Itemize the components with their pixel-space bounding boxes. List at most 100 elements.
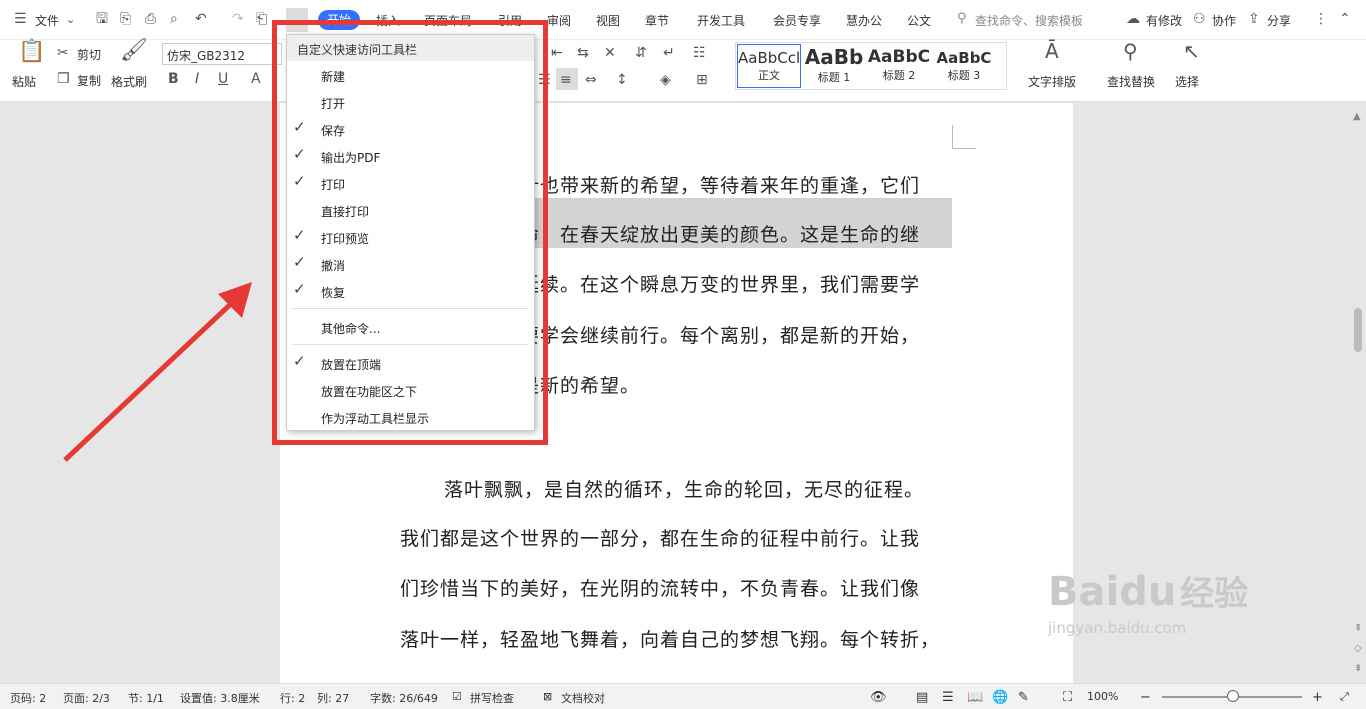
tab-office[interactable]: 慧办公	[846, 12, 882, 29]
fullscreen-icon[interactable]: ⤢	[1340, 690, 1349, 704]
style-heading1[interactable]: AaBb 标题 1	[802, 44, 866, 88]
bold-icon[interactable]: B	[168, 71, 179, 87]
setting-value[interactable]: 设置值: 3.8厘米	[180, 690, 260, 706]
paragraph-line: 延续。在这个瞬息万变的世界里，我们需要学	[520, 274, 921, 296]
watermark-url: jingyan.baidu.com	[1048, 619, 1187, 637]
redo-icon[interactable]: ↷	[232, 11, 244, 27]
paragraph-line: 命，在春天绽放出更美的颜色。这是生命的继	[520, 224, 921, 246]
chinese-layout-icon[interactable]: ⇆	[577, 45, 589, 61]
proof-icon: ⊠	[543, 690, 553, 703]
fit-page-icon[interactable]: ⛶	[1063, 690, 1072, 705]
style-label: 标题 2	[882, 69, 916, 82]
row-info[interactable]: 行: 2	[280, 690, 305, 706]
prev-page-icon[interactable]: ⇞	[1354, 623, 1362, 634]
page-view-icon[interactable]: ▤	[916, 690, 928, 705]
tab-view[interactable]: 视图	[596, 12, 620, 29]
eye-icon[interactable]: 👁	[870, 690, 887, 705]
proof-button[interactable]: 文档校对	[561, 690, 605, 706]
zoom-in-icon[interactable]: +	[1312, 690, 1323, 705]
web-view-icon[interactable]: 🌐	[992, 690, 1008, 705]
outline-view-icon[interactable]: ☰	[942, 690, 954, 705]
tab-member[interactable]: 会员专享	[773, 12, 821, 29]
paragraph-line: 落叶一样，轻盈地飞舞着，向着自己的梦想飞翔。每个转折，	[400, 629, 941, 651]
find-replace-button[interactable]: 查找替换	[1107, 73, 1155, 90]
distribute-icon[interactable]: ⇔	[585, 72, 597, 88]
format-painter-icon[interactable]: 🖌	[120, 40, 148, 62]
ribbon: 📋 粘贴 ✂ 剪切 ❐ 复制 🖌 格式刷 仿宋_GB2312 B I U A ⇤…	[0, 40, 1366, 102]
style-normal[interactable]: AaBbCcl 正文	[737, 44, 801, 88]
baidu-watermark: Baidu 经验 jingyan.baidu.com	[1048, 566, 1248, 637]
copy-button[interactable]: 复制	[77, 72, 101, 89]
paste-icon[interactable]: 📋	[18, 41, 45, 63]
zoom-slider-thumb[interactable]	[1227, 690, 1239, 702]
find-browse-icon[interactable]: ◇	[1354, 643, 1362, 654]
tab-official-doc[interactable]: 公文	[907, 12, 931, 29]
style-label: 标题 3	[947, 69, 981, 82]
col-info[interactable]: 列: 27	[317, 690, 349, 706]
user-icon: ⚇	[1193, 11, 1206, 27]
undo-icon[interactable]: ↶	[195, 11, 207, 27]
style-heading2[interactable]: AaBbC 标题 2	[867, 44, 931, 88]
word-count[interactable]: 字数: 26/649	[370, 690, 438, 706]
borders-icon[interactable]: ⊞	[696, 72, 708, 88]
page-number[interactable]: 页码: 2	[10, 690, 46, 706]
spell-check-button[interactable]: 拼写检查	[470, 690, 514, 706]
show-marks-icon[interactable]: ↵	[663, 45, 675, 61]
paragraph-line: 我们都是这个世界的一部分，都在生命的征程中前行。让我	[400, 528, 921, 550]
share-button[interactable]: 分享	[1267, 12, 1291, 29]
vertical-scrollbar[interactable]: ▲ ⇞ ◇ ⇟	[1350, 103, 1366, 683]
style-heading3[interactable]: AaBbC 标题 3	[932, 44, 996, 88]
scrollbar-thumb[interactable]	[1354, 308, 1362, 352]
format-painter-button[interactable]: 格式刷	[111, 73, 147, 90]
strike-icon[interactable]: A	[251, 71, 261, 87]
italic-icon[interactable]: I	[195, 71, 199, 87]
cloud-icon: ☁	[1126, 11, 1140, 27]
search-input[interactable]: 查找命令、搜索模板	[975, 12, 1083, 29]
style-preview: AaBb	[804, 45, 864, 69]
scroll-up-icon[interactable]: ▲	[1353, 111, 1361, 122]
paste-button[interactable]: 粘贴	[12, 73, 36, 90]
print-preview-icon[interactable]: ⌕	[170, 11, 178, 27]
modified-status[interactable]: 有修改	[1146, 12, 1182, 29]
justify-icon[interactable]: ≡	[560, 72, 572, 88]
next-page-icon[interactable]: ⇟	[1354, 663, 1362, 674]
tab-chapter[interactable]: 章节	[645, 12, 669, 29]
text-layout-button[interactable]: 文字排版	[1028, 73, 1076, 90]
zoom-level[interactable]: 100%	[1087, 690, 1118, 703]
collab-button[interactable]: 协作	[1212, 12, 1236, 29]
style-preview: AaBbC	[936, 49, 992, 67]
style-label: 标题 1	[817, 71, 851, 84]
zoom-out-icon[interactable]: −	[1140, 690, 1151, 705]
page-count[interactable]: 页面: 2/3	[63, 690, 110, 706]
file-menu[interactable]: 文件	[35, 12, 59, 29]
cut-button[interactable]: 剪切	[77, 46, 101, 63]
print-icon[interactable]: ⎙	[145, 11, 156, 27]
style-preview: AaBbC	[867, 47, 931, 67]
save-icon[interactable]: 🖫	[96, 11, 108, 27]
hamburger-icon[interactable]: ☰	[14, 11, 27, 27]
font-name-select[interactable]: 仿宋_GB2312	[162, 43, 282, 65]
checkbox-icon[interactable]: ☑	[452, 690, 462, 703]
chevron-down-icon[interactable]: ⌄	[66, 12, 75, 28]
tab-developer[interactable]: 开发工具	[697, 12, 745, 29]
line-spacing-icon[interactable]: ↕	[616, 72, 628, 88]
status-bar: 页码: 2 页面: 2/3 节: 1/1 设置值: 3.8厘米 行: 2 列: …	[0, 683, 1366, 709]
pen-icon[interactable]: ✎	[1018, 690, 1029, 705]
clear-format-icon[interactable]: ✕	[604, 45, 616, 61]
export-pdf-icon[interactable]: ⎘	[120, 11, 131, 27]
shading-icon[interactable]: ◈	[660, 72, 671, 88]
collapse-icon[interactable]: ⌃	[1339, 11, 1351, 27]
copy-icon: ❐	[57, 71, 70, 87]
annotation-box	[272, 20, 548, 445]
table-icon[interactable]: ☷	[693, 45, 706, 61]
tab-review[interactable]: 审阅	[547, 12, 571, 29]
section-info[interactable]: 节: 1/1	[128, 690, 164, 706]
sort-icon[interactable]: ⇵	[635, 45, 647, 61]
style-preview: AaBbCcl	[738, 49, 800, 67]
underline-icon[interactable]: U	[218, 71, 228, 87]
select-button[interactable]: 选择	[1175, 73, 1199, 90]
reading-view-icon[interactable]: 📖	[967, 690, 983, 705]
quick-access-icon[interactable]: ⎗	[256, 11, 267, 27]
indent-icon[interactable]: ⇤	[551, 45, 563, 61]
more-icon[interactable]: ⋮	[1314, 11, 1328, 27]
